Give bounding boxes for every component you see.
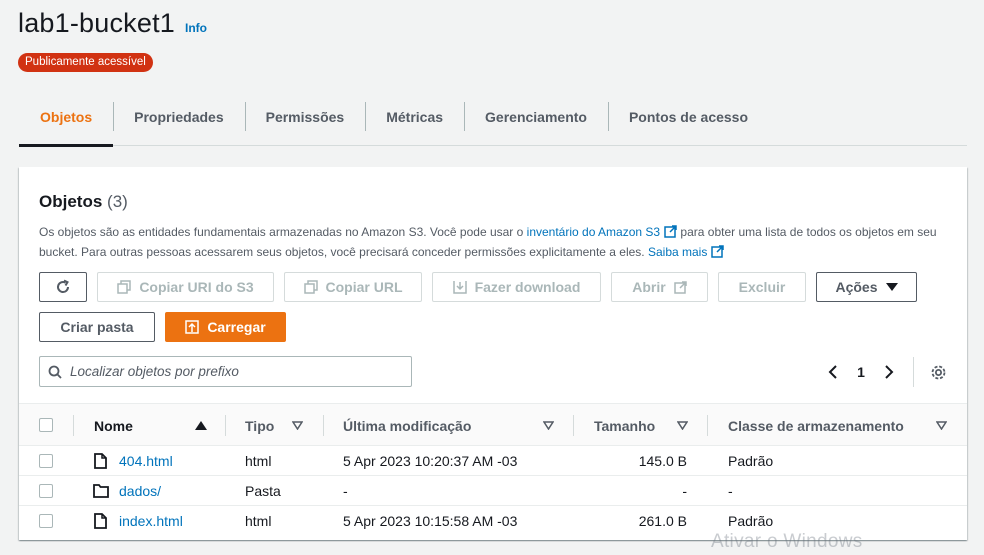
object-storage-class: - — [728, 483, 733, 499]
current-page[interactable]: 1 — [847, 364, 875, 380]
file-icon — [94, 506, 107, 536]
chevron-left-icon — [828, 365, 837, 379]
object-name-link[interactable]: 404.html — [119, 446, 173, 476]
column-header-type[interactable]: Tipo — [245, 404, 274, 447]
column-divider — [225, 415, 226, 436]
sort-icon — [936, 421, 947, 430]
gear-icon — [931, 365, 945, 379]
pager-divider — [913, 357, 914, 387]
copy-icon — [303, 280, 318, 294]
next-page-button[interactable] — [875, 357, 903, 387]
previous-page-button[interactable] — [819, 357, 847, 387]
bucket-title: lab1-bucket1 — [18, 8, 176, 38]
table-row[interactable]: dados/ Pasta - - - — [19, 476, 967, 506]
create-folder-button[interactable]: Criar pasta — [39, 312, 155, 342]
object-size: 261.0 B — [638, 513, 687, 529]
column-header-storage-class[interactable]: Classe de armazenamento — [728, 404, 904, 447]
sort-icon — [677, 421, 688, 430]
tab-permissoes[interactable]: Permissões — [244, 100, 366, 146]
column-divider — [707, 415, 708, 436]
table-header: Nome Tipo Última modificação Tamanho Cla… — [19, 403, 967, 446]
caret-down-icon — [885, 283, 898, 291]
s3-bucket-page: lab1-bucket1 Info Publicamente acessível… — [0, 0, 984, 555]
refresh-button[interactable] — [39, 272, 87, 302]
tab-metricas[interactable]: Métricas — [365, 100, 464, 146]
folder-icon — [93, 476, 109, 506]
object-size: 145.0 B — [638, 453, 687, 469]
objects-title: Objetos (3) — [39, 192, 128, 211]
sort-ascending-icon — [195, 421, 207, 430]
learn-more-link[interactable]: Saiba mais — [648, 245, 707, 259]
download-icon — [452, 281, 467, 294]
column-divider — [323, 415, 324, 436]
copy-icon — [117, 280, 132, 294]
object-storage-class: Padrão — [728, 453, 774, 469]
open-button[interactable]: Abrir — [611, 272, 708, 302]
column-header-modified[interactable]: Última modificação — [343, 404, 471, 447]
object-size: - — [682, 483, 687, 499]
tab-propriedades[interactable]: Propriedades — [113, 100, 244, 146]
column-divider — [73, 415, 74, 436]
actions-dropdown[interactable]: Ações — [816, 272, 917, 302]
row-checkbox[interactable] — [39, 454, 53, 468]
table-row[interactable]: 404.html html 5 Apr 2023 10:20:37 AM -03… — [19, 446, 967, 476]
tab-gerenciamento[interactable]: Gerenciamento — [464, 100, 608, 146]
bucket-tabs: Objetos Propriedades Permissões Métricas… — [19, 100, 967, 147]
sort-icon — [543, 421, 554, 430]
object-modified: - — [343, 483, 348, 499]
column-divider — [573, 415, 574, 436]
copy-s3-uri-button[interactable]: Copiar URI do S3 — [97, 272, 274, 302]
column-header-name[interactable]: Nome — [94, 404, 133, 447]
objects-count: (3) — [107, 192, 128, 211]
delete-button[interactable]: Excluir — [718, 272, 806, 302]
pagination: 1 — [819, 357, 952, 387]
object-type: html — [245, 513, 272, 529]
select-all-checkbox[interactable] — [39, 418, 53, 432]
external-link-icon — [673, 280, 687, 294]
refresh-icon — [57, 279, 70, 293]
row-checkbox[interactable] — [39, 484, 53, 498]
copy-url-button[interactable]: Copiar URL — [284, 272, 422, 302]
file-icon — [94, 446, 107, 476]
page-header: lab1-bucket1 Info — [18, 8, 207, 39]
external-link-icon — [711, 245, 725, 258]
objects-description: Os objetos são as entidades fundamentais… — [39, 225, 937, 259]
external-link-icon — [664, 225, 677, 238]
prefix-search[interactable] — [39, 356, 412, 387]
upload-icon — [185, 320, 200, 334]
windows-activation-watermark: Ativar o Windows — [711, 531, 863, 552]
object-modified: 5 Apr 2023 10:20:37 AM -03 — [343, 453, 518, 469]
info-link[interactable]: Info — [185, 21, 207, 35]
chevron-right-icon — [885, 365, 894, 379]
preferences-button[interactable] — [924, 357, 952, 387]
tab-pontos-de-acesso[interactable]: Pontos de acesso — [607, 100, 769, 146]
object-name-link[interactable]: dados/ — [119, 476, 161, 506]
object-modified: 5 Apr 2023 10:15:58 AM -03 — [343, 513, 518, 529]
objects-table: Nome Tipo Última modificação Tamanho Cla… — [19, 403, 967, 536]
download-button[interactable]: Fazer download — [432, 272, 601, 302]
upload-button[interactable]: Carregar — [165, 312, 286, 342]
column-header-size[interactable]: Tamanho — [594, 404, 655, 447]
objects-panel: Objetos (3) Os objetos são as entidades … — [19, 167, 967, 540]
inventory-link[interactable]: inventário do Amazon S3 — [527, 225, 660, 239]
search-input[interactable] — [70, 364, 390, 379]
tab-objetos[interactable]: Objetos — [19, 100, 114, 147]
search-icon — [48, 365, 62, 379]
sort-icon — [292, 421, 303, 430]
object-type: Pasta — [245, 483, 281, 499]
object-name-link[interactable]: index.html — [119, 506, 183, 536]
public-access-badge: Publicamente acessível — [18, 53, 153, 72]
object-type: html — [245, 453, 272, 469]
row-checkbox[interactable] — [39, 514, 53, 528]
